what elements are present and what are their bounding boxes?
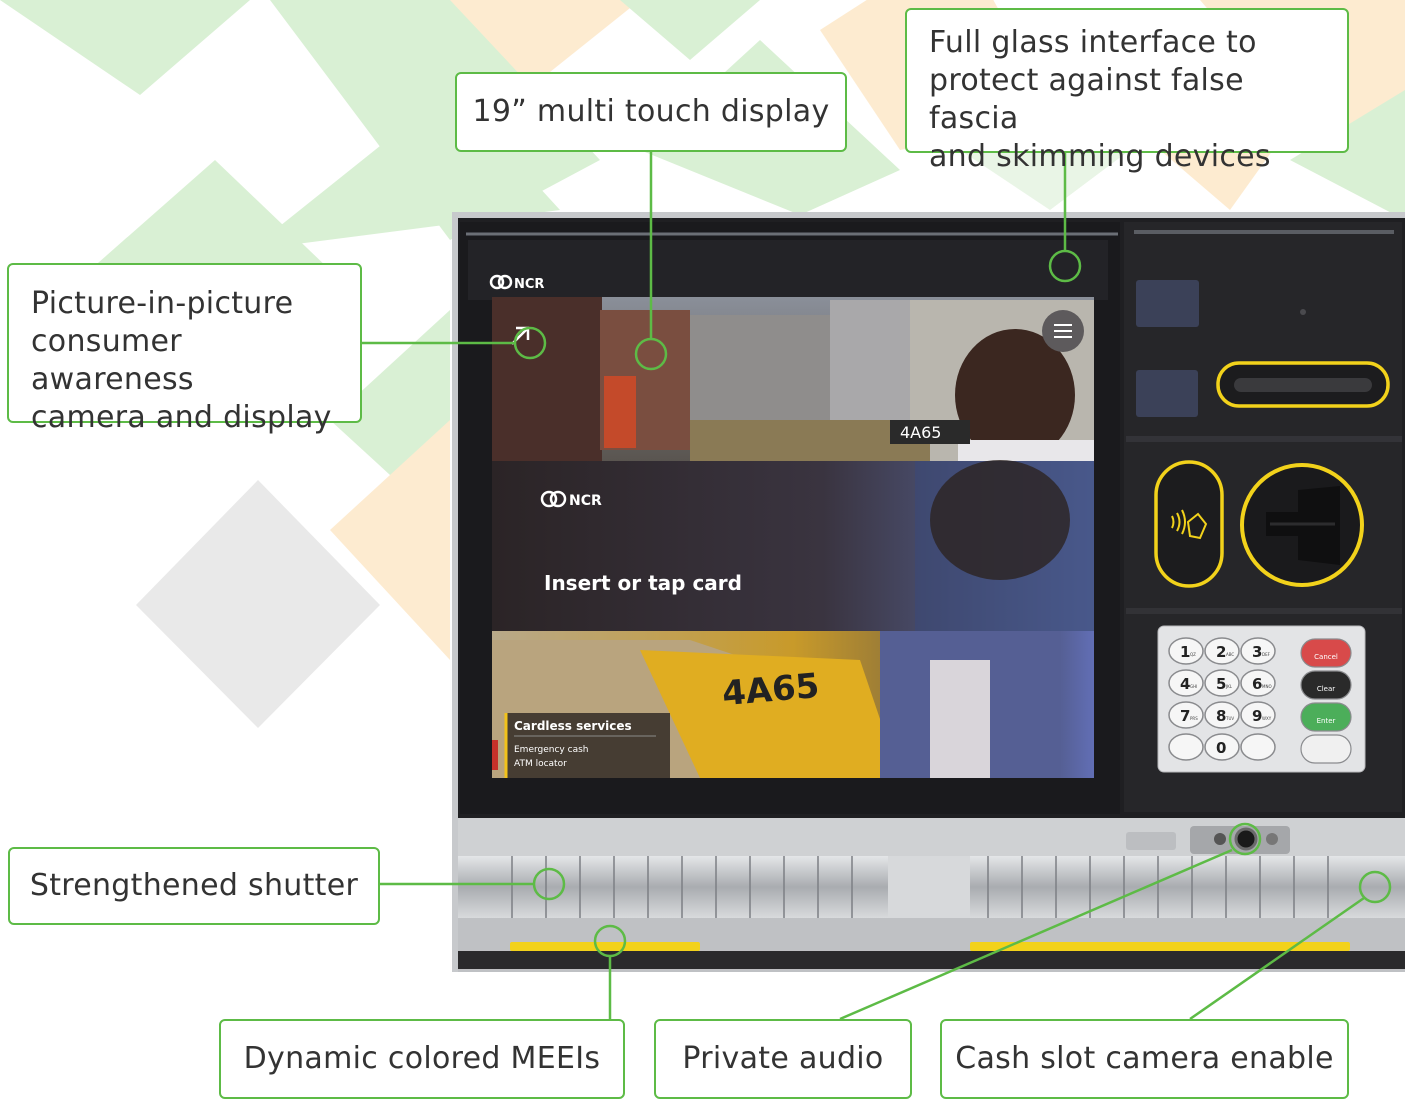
keypad-function-label: Enter	[1317, 717, 1336, 725]
keypad-key-label: 7	[1180, 707, 1190, 725]
svg-text:NCR: NCR	[569, 493, 602, 509]
keypad-key-letters: PRS	[1190, 716, 1198, 721]
keypad-key[interactable]: 1 QZ	[1168, 637, 1204, 665]
cardless-item-locator[interactable]: ATM locator	[514, 759, 567, 769]
keypad-function-key[interactable]: Cancel	[1300, 638, 1352, 668]
callout-pip-line-2: consumer awareness	[31, 324, 194, 397]
callout-pip-line-1: Picture-in-picture	[31, 286, 294, 321]
keypad-key-letters: QZ	[1190, 652, 1196, 657]
callout-meei-text: Dynamic colored MEEIs	[243, 1041, 601, 1076]
keypad-key-letters: GHI	[1190, 684, 1197, 689]
keypad-key-label: 9	[1252, 707, 1262, 725]
keypad-key-label: 5	[1216, 675, 1226, 693]
sensor-window-bottom	[1136, 370, 1198, 417]
callout-glass-line-1: Full glass interface to	[929, 25, 1257, 60]
callout-picture-in-picture: Picture-in-picture consumer awareness ca…	[7, 263, 362, 435]
callout-private-audio: Private audio	[654, 1019, 912, 1099]
svg-text:NCR: NCR	[514, 277, 544, 292]
callout-glass-interface: Full glass interface to protect against …	[905, 8, 1349, 174]
keypad-key-label: 8	[1216, 707, 1226, 725]
callout-cash-text: Cash slot camera enable	[955, 1041, 1334, 1076]
keypad-function-key[interactable]: Clear	[1300, 670, 1352, 700]
keypad-key-letters: DEF	[1262, 652, 1271, 657]
keypad-key[interactable]: 0	[1204, 733, 1240, 761]
keypad-key-letters: WXY	[1262, 716, 1272, 721]
keypad-function-label: Cancel	[1314, 653, 1338, 661]
callout-meei: Dynamic colored MEEIs	[219, 1019, 625, 1099]
keypad-function-key[interactable]	[1300, 734, 1352, 764]
keypad-key[interactable]: 3 DEF	[1240, 637, 1276, 665]
sensor-window-top	[1136, 280, 1199, 327]
callout-glass-line-3: and skimming devices	[929, 139, 1271, 174]
callout-touch-text: 19” multi touch display	[472, 94, 830, 129]
callout-touch-display: 19” multi touch display	[455, 72, 847, 152]
keypad-key[interactable]: 6 MNO	[1240, 669, 1276, 697]
callout-shutter-text: Strengthened shutter	[29, 868, 359, 903]
keypad-key[interactable]: 5 JKL	[1204, 669, 1240, 697]
keypad-key-label: 6	[1252, 675, 1262, 693]
keypad-key[interactable]	[1168, 733, 1204, 761]
insert-card-prompt: Insert or tap card	[544, 571, 742, 595]
keypad-function-key[interactable]: Enter	[1300, 702, 1352, 732]
keypad-key-label: 4	[1180, 675, 1190, 693]
keypad-key[interactable]: 8 TUV	[1204, 701, 1240, 729]
keypad-key[interactable]: 4 GHI	[1168, 669, 1204, 697]
cardless-item-emergency[interactable]: Emergency cash	[514, 745, 588, 755]
keypad-key[interactable]: 7 PRS	[1168, 701, 1204, 729]
taxi-plate-bottom: 4A65	[720, 666, 820, 714]
keypad-key[interactable]: 2 ABC	[1204, 637, 1240, 665]
keypad-key-label: 2	[1216, 643, 1226, 661]
meei-left	[510, 942, 700, 951]
keypad-key-label: 1	[1180, 643, 1190, 661]
keypad-key[interactable]	[1240, 733, 1276, 761]
keypad-function-label: Clear	[1317, 685, 1335, 693]
keypad-key-letters: MNO	[1262, 684, 1272, 689]
keypad-key-label: 3	[1252, 643, 1262, 661]
callout-audio-text: Private audio	[682, 1041, 884, 1076]
callout-pip-line-3: camera and display	[31, 400, 332, 435]
callout-shutter: Strengthened shutter	[8, 847, 380, 925]
callout-glass-line-2: protect against false fascia	[929, 63, 1244, 136]
taxi-plate-top: 4A65	[900, 423, 941, 442]
callout-cash-slot-camera: Cash slot camera enable	[940, 1019, 1349, 1099]
atm-unit: 4A65 NCR NCR Insert or tap card 4A65 Car…	[452, 212, 1405, 972]
keypad-key-letters: JKL	[1225, 684, 1233, 689]
keypad-key-label: 0	[1216, 739, 1226, 757]
keypad-key[interactable]: 9 WXY	[1240, 701, 1276, 729]
cardless-title: Cardless services	[514, 719, 632, 733]
keypad-key-letters: ABC	[1226, 652, 1234, 657]
keypad-key-letters: TUV	[1225, 716, 1234, 721]
audio-jack[interactable]	[1234, 827, 1258, 851]
